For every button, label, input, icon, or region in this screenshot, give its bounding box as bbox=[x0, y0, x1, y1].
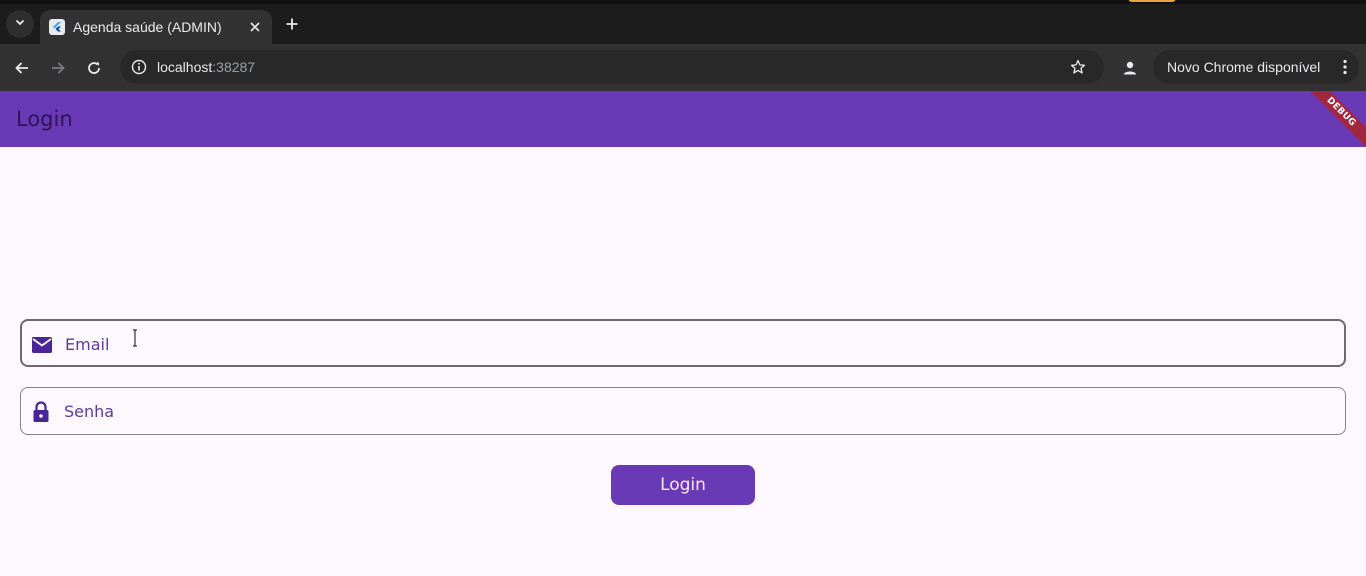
password-label: Senha bbox=[64, 402, 115, 421]
lock-icon bbox=[30, 401, 52, 423]
browser-tab[interactable]: Agenda saúde (ADMIN) bbox=[40, 10, 272, 44]
reload-icon[interactable] bbox=[82, 56, 106, 80]
bookmark-star-icon[interactable] bbox=[1068, 57, 1088, 77]
flutter-favicon-icon bbox=[49, 19, 65, 35]
browser-tab-strip: Agenda saúde (ADMIN) bbox=[0, 0, 1366, 44]
profile-avatar-icon[interactable] bbox=[1118, 56, 1142, 80]
email-field[interactable]: Email bbox=[20, 319, 1346, 367]
login-button[interactable]: Login bbox=[611, 465, 755, 505]
text-cursor-icon bbox=[132, 329, 138, 347]
notification-indicator bbox=[1128, 0, 1176, 2]
tab-search-button[interactable] bbox=[6, 10, 34, 38]
new-tab-plus-icon[interactable] bbox=[281, 13, 303, 35]
debug-banner: DEBUG bbox=[1297, 91, 1366, 147]
address-bar[interactable]: localhost:38287 bbox=[120, 50, 1104, 84]
chevron-down-icon bbox=[14, 15, 26, 33]
url-text: localhost:38287 bbox=[157, 59, 255, 75]
page-title: Login bbox=[16, 107, 73, 131]
url-host: localhost bbox=[157, 59, 213, 75]
email-label: Email bbox=[65, 335, 110, 354]
password-field[interactable]: Senha bbox=[20, 387, 1346, 435]
more-vert-icon[interactable] bbox=[1335, 57, 1355, 77]
update-label: Novo Chrome disponível bbox=[1167, 59, 1321, 75]
site-info-icon[interactable] bbox=[130, 58, 148, 76]
tab-title: Agenda saúde (ADMIN) bbox=[73, 19, 222, 35]
chrome-update-button[interactable]: Novo Chrome disponível bbox=[1153, 50, 1359, 84]
browser-toolbar: localhost:38287 Novo Chrome disponível bbox=[0, 44, 1366, 91]
close-tab-icon[interactable] bbox=[244, 16, 266, 38]
url-port: :38287 bbox=[212, 59, 256, 75]
app-bar: Login DEBUG bbox=[0, 91, 1366, 147]
envelope-icon bbox=[31, 334, 53, 356]
forward-arrow-icon[interactable] bbox=[46, 56, 70, 80]
back-arrow-icon[interactable] bbox=[10, 56, 34, 80]
